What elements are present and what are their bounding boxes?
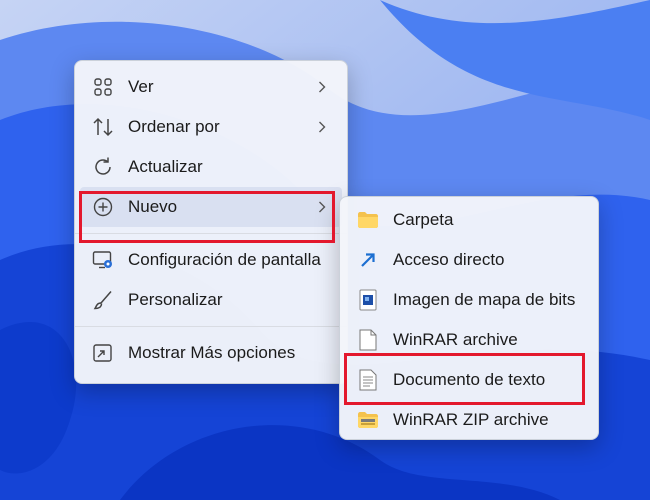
menu-item-personalizar[interactable]: Personalizar (80, 280, 342, 320)
menu-item-label: Personalizar (128, 290, 223, 309)
menu-item-configuracion-de-pantalla[interactable]: Configuración de pantalla (80, 240, 342, 280)
submenu-item-carpeta[interactable]: Carpeta (345, 200, 593, 240)
submenu-item-label: Acceso directo (393, 250, 505, 269)
expand-window-icon (92, 342, 114, 364)
submenu-item-label: Imagen de mapa de bits (393, 290, 576, 309)
shortcut-icon (357, 249, 379, 271)
chevron-right-icon (314, 78, 330, 96)
submenu-item-documento-de-texto[interactable]: Documento de texto (345, 360, 593, 400)
submenu-item-acceso-directo[interactable]: Acceso directo (345, 240, 593, 280)
submenu-item-label: WinRAR ZIP archive (393, 410, 549, 429)
folder-icon (357, 209, 379, 231)
menu-item-actualizar[interactable]: Actualizar (80, 147, 342, 187)
menu-item-label: Configuración de pantalla (128, 250, 321, 269)
desktop: Ver Ordenar por Actualizar Nuevo Configu… (0, 0, 650, 500)
menu-separator (75, 326, 347, 327)
submenu-item-label: Carpeta (393, 210, 454, 229)
menu-item-label: Ver (128, 77, 154, 96)
text-document-icon (357, 369, 379, 391)
refresh-icon (92, 156, 114, 178)
menu-item-ver[interactable]: Ver (80, 67, 342, 107)
submenu-item-winrar-zip-archive[interactable]: WinRAR ZIP archive (345, 400, 593, 440)
menu-item-label: Actualizar (128, 157, 203, 176)
submenu-item-label: WinRAR archive (393, 330, 518, 349)
menu-item-nuevo[interactable]: Nuevo (80, 187, 342, 227)
brush-icon (92, 289, 114, 311)
plus-circle-icon (92, 196, 114, 218)
menu-item-label: Mostrar Más opciones (128, 343, 296, 362)
sort-arrows-icon (92, 116, 114, 138)
grid-view-icon (92, 76, 114, 98)
menu-separator (75, 233, 347, 234)
submenu-item-winrar-archive[interactable]: WinRAR archive (345, 320, 593, 360)
desktop-context-menu: Ver Ordenar por Actualizar Nuevo Configu… (74, 60, 348, 384)
blank-file-icon (357, 329, 379, 351)
zip-folder-icon (357, 409, 379, 431)
chevron-right-icon (314, 118, 330, 136)
display-settings-icon (92, 249, 114, 271)
bitmap-icon (357, 289, 379, 311)
menu-item-ordenar-por[interactable]: Ordenar por (80, 107, 342, 147)
menu-item-mostrar-mas-opciones[interactable]: Mostrar Más opciones (80, 333, 342, 373)
menu-item-label: Nuevo (128, 197, 178, 216)
menu-item-label: Ordenar por (128, 117, 220, 136)
submenu-item-imagen-de-mapa-de-bits[interactable]: Imagen de mapa de bits (345, 280, 593, 320)
submenu-item-label: Documento de texto (393, 370, 546, 389)
chevron-right-icon (314, 198, 330, 216)
new-submenu: Carpeta Acceso directo Imagen de mapa de… (339, 196, 599, 440)
